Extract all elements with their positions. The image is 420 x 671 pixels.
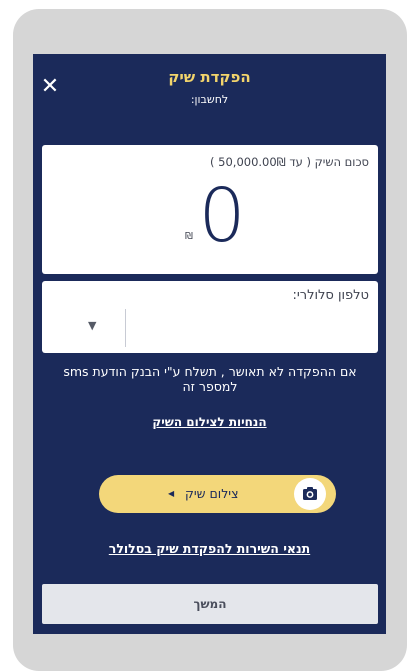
capture-check-label: צילום שיק <box>185 486 239 501</box>
mobile-phone-input[interactable] <box>126 311 374 345</box>
check-amount-value[interactable]: 0 <box>192 171 252 261</box>
camera-button-circle <box>294 478 326 510</box>
mobile-phone-card: טלפון סלולרי: ▼ <box>42 281 378 353</box>
account-label: לחשבון: <box>190 93 229 106</box>
phone-prefix-select[interactable]: ▼ <box>46 309 124 347</box>
page-title: הפקדת שיק <box>168 68 251 86</box>
phone-divider <box>125 309 126 347</box>
currency-symbol: ₪ <box>185 231 193 242</box>
photo-guidelines-link[interactable]: הנחיות לצילום השיק <box>33 415 386 429</box>
sms-notice: אם ההפקדה לא תאושר , תשלח ע"י הבנק הודעת… <box>63 364 357 394</box>
service-terms-link[interactable]: תנאי השירות להפקדת שיק בסלולר <box>33 541 386 556</box>
mobile-phone-label: טלפון סלולרי: <box>292 288 369 303</box>
chevron-down-icon: ▼ <box>88 319 97 332</box>
capture-check-button[interactable]: צילום שיק ◀ <box>99 475 336 513</box>
camera-icon <box>303 487 317 500</box>
check-deposit-screen: ✕ הפקדת שיק לחשבון: סכום השיק ( עד 50,00… <box>33 54 386 634</box>
play-left-icon: ◀ <box>168 489 175 498</box>
check-amount-card[interactable]: סכום השיק ( עד 50,000.00₪ ) 0 ₪ <box>42 145 378 274</box>
check-amount-label: סכום השיק ( עד 50,000.00₪ ) <box>210 155 369 169</box>
continue-button[interactable]: המשך <box>42 584 378 624</box>
